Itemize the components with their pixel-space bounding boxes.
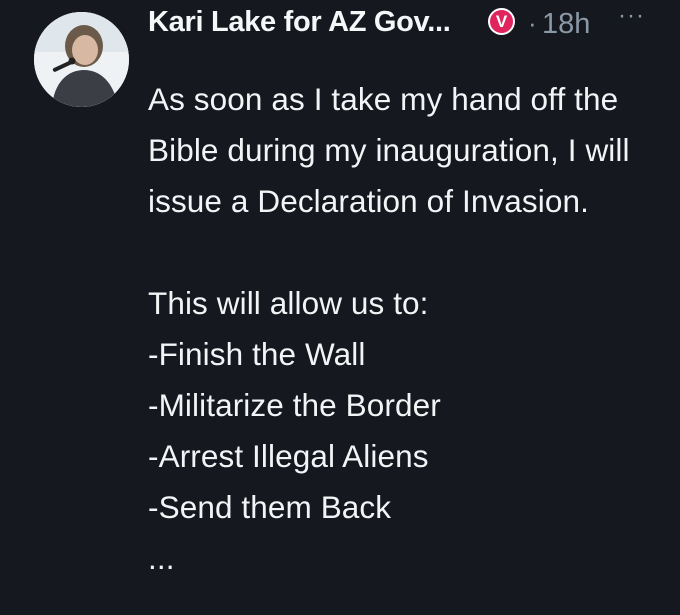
tweet-header: Kari Lake for AZ Gov... V · 18h ··· <box>148 0 680 50</box>
more-options-icon[interactable]: ··· <box>618 2 645 30</box>
tweet-text: As soon as I take my hand off the Bible … <box>148 81 630 576</box>
time-separator: · <box>528 8 537 38</box>
timestamp[interactable]: 18h <box>542 8 590 41</box>
avatar-image <box>34 12 129 107</box>
v-badge-icon: V <box>488 8 515 35</box>
author-name[interactable]: Kari Lake for AZ Gov... <box>148 6 451 39</box>
avatar[interactable] <box>34 12 129 107</box>
tweet[interactable]: Kari Lake for AZ Gov... V · 18h ··· As s… <box>0 0 680 615</box>
